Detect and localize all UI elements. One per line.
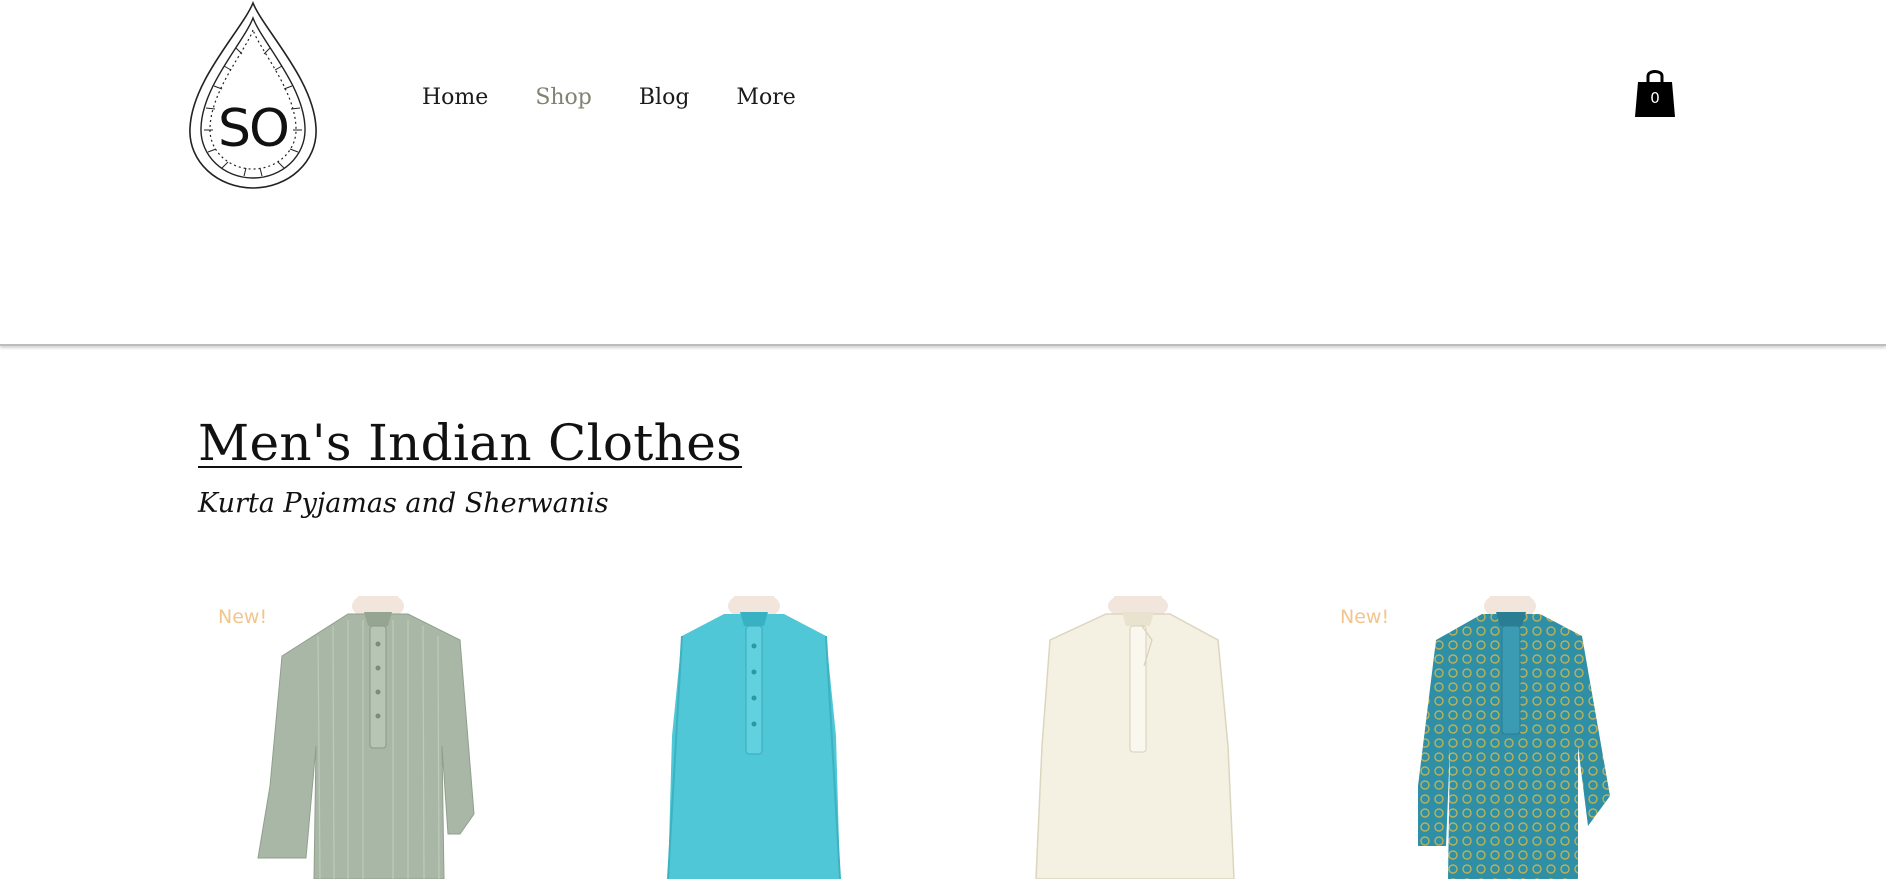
product-image (667, 596, 841, 879)
product-gallery: New! New! (198, 596, 1688, 879)
cart-count: 0 (1650, 89, 1660, 107)
page-subtitle: Kurta Pyjamas and Sherwanis (198, 488, 609, 519)
nav-more[interactable]: More (736, 80, 795, 116)
product-card-sage-kurta[interactable]: New! (198, 596, 566, 879)
product-card-teal-brocade-kurta[interactable]: New! (1320, 596, 1688, 879)
product-card-cream-kurta[interactable] (938, 596, 1306, 879)
site-logo[interactable]: SO (186, 0, 320, 190)
nav-home[interactable]: Home (422, 80, 488, 116)
cart-button[interactable]: 0 (1634, 64, 1676, 118)
product-image (257, 596, 475, 879)
product-image (1035, 596, 1235, 879)
nav-shop[interactable]: Shop (535, 80, 592, 116)
svg-text:SO: SO (218, 99, 288, 159)
product-ribbon: New! (218, 606, 268, 628)
page-title: Men's Indian Clothes (198, 414, 743, 472)
product-card-turquoise-kurta[interactable] (578, 596, 946, 879)
page: SO Home Shop Blog More 0 Men's Indian Cl… (0, 0, 1886, 879)
teardrop-logo-icon: SO (189, 0, 317, 189)
site-header: SO Home Shop Blog More 0 (0, 0, 1886, 346)
nav-blog[interactable]: Blog (639, 80, 690, 116)
product-ribbon: New! (1340, 606, 1390, 628)
main-nav: Home Shop Blog More (422, 80, 843, 116)
product-image (1418, 596, 1610, 879)
